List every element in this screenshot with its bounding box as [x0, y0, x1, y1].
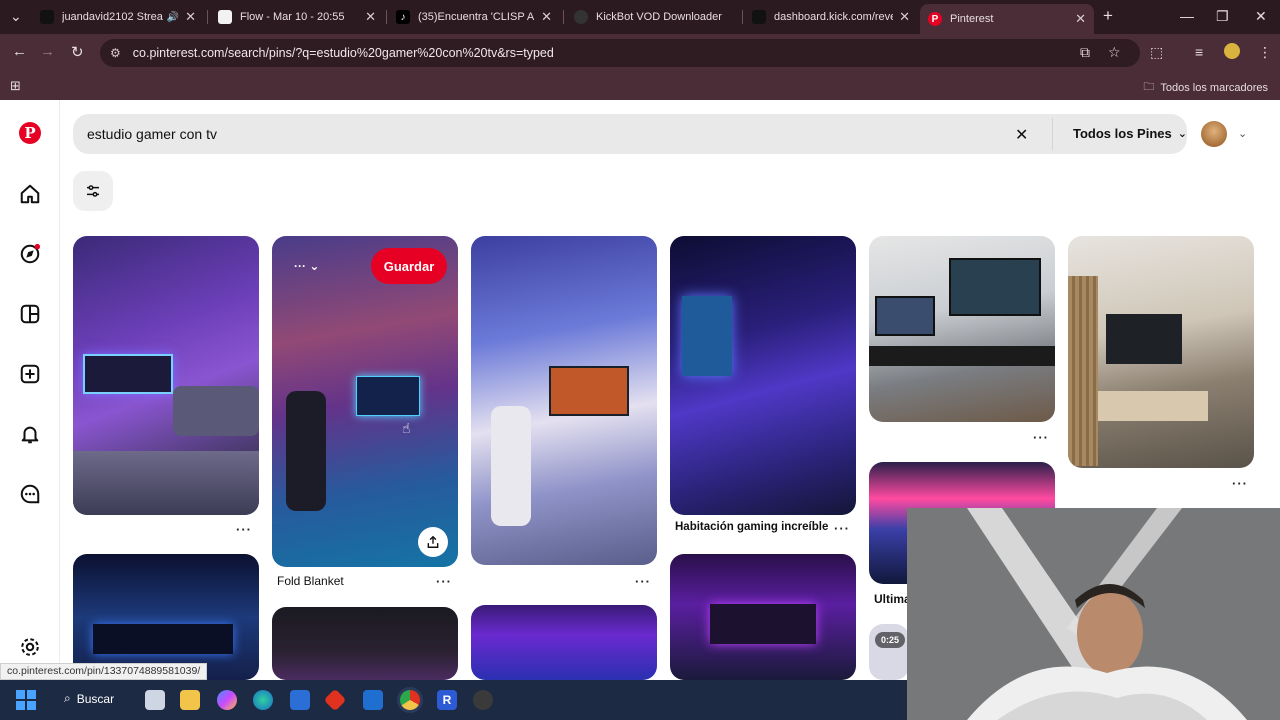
menu-icon[interactable]: ⋮ — [1258, 44, 1272, 61]
kick-icon — [40, 10, 54, 24]
search-icon: ⌕ — [64, 691, 71, 705]
chevron-down-icon: ⌄ — [1177, 128, 1187, 140]
app-r-icon[interactable]: R — [437, 690, 457, 710]
maximize-icon[interactable]: ❐ — [1216, 8, 1229, 25]
kick-icon — [752, 10, 766, 24]
pin-image[interactable] — [1068, 236, 1254, 468]
folder-icon: 🗀 — [1143, 81, 1155, 93]
close-tab-icon[interactable]: ✕ — [541, 9, 552, 25]
sliders-icon — [87, 185, 99, 197]
install-app-icon[interactable]: ⧉ — [1080, 44, 1090, 61]
pin-image[interactable] — [73, 554, 259, 680]
toolbar: ← → ↻ ⚙ co.pinterest.com/search/pins/?q=… — [0, 34, 1280, 72]
webcam-person-image — [907, 508, 1280, 720]
profile-icon[interactable] — [1224, 43, 1240, 59]
video-duration-badge: 0:25 — [875, 632, 906, 648]
minimize-icon[interactable]: — — [1180, 8, 1194, 24]
tab-tiktok[interactable]: ♪ (35)Encuentra 'CLISP AUTO ✕ — [388, 4, 560, 30]
more-options-icon[interactable]: ··· — [1033, 430, 1049, 445]
explore-icon[interactable] — [17, 241, 43, 267]
webcam-overlay — [907, 508, 1280, 720]
home-icon[interactable] — [17, 181, 43, 207]
document-icon — [218, 10, 232, 24]
mouse-cursor-icon: ☝ — [402, 420, 411, 436]
task-view-icon[interactable] — [145, 690, 165, 710]
share-icon — [427, 535, 439, 548]
media-control-icon[interactable]: ≡ — [1195, 44, 1203, 60]
tab-search-icon[interactable]: ⌄ — [10, 8, 22, 25]
back-icon[interactable]: ← — [12, 43, 27, 60]
more-options-icon[interactable]: ··· — [1232, 476, 1248, 491]
tab-pinterest[interactable]: P Pinterest ✕ — [920, 4, 1094, 34]
avatar[interactable] — [1201, 121, 1227, 147]
edge-icon[interactable] — [253, 690, 273, 710]
pin-image[interactable] — [670, 554, 856, 680]
clear-search-icon[interactable]: ✕ — [1015, 125, 1028, 145]
pin-title[interactable]: Habitación gaming increíble — [675, 521, 828, 533]
tiktok-icon: ♪ — [396, 10, 410, 24]
settings-gear-icon[interactable] — [17, 634, 43, 660]
close-tab-icon[interactable]: ✕ — [365, 9, 376, 25]
close-window-icon[interactable]: ✕ — [1255, 8, 1267, 25]
chevron-down-icon[interactable]: ⌄ — [1238, 127, 1247, 140]
copilot-icon[interactable] — [217, 690, 237, 710]
tab-stream[interactable]: juandavid2102 Stream 🔊 ✕ — [32, 4, 204, 30]
save-button[interactable]: Guardar — [371, 248, 447, 284]
tab-kickbot[interactable]: KickBot VOD Downloader — [566, 4, 740, 30]
pin-image-hovered[interactable] — [272, 236, 458, 567]
all-bookmarks-button[interactable]: 🗀 Todos los marcadores — [1143, 78, 1268, 97]
pin-image[interactable] — [73, 236, 259, 515]
pins-filter-dropdown[interactable]: Todos los Pines ⌄ — [1073, 126, 1187, 141]
chevron-down-icon: ⌄ — [309, 259, 320, 273]
forward-icon[interactable]: → — [40, 43, 55, 60]
status-url: co.pinterest.com/pin/1337074889581039/ — [0, 663, 208, 680]
share-button[interactable] — [418, 527, 448, 557]
apps-grid-icon[interactable]: ⊞ — [10, 78, 21, 94]
more-options-icon[interactable]: ··· — [436, 574, 452, 589]
pin-image[interactable] — [670, 236, 856, 515]
pin-image[interactable] — [272, 607, 458, 680]
pinterest-icon: P — [928, 12, 942, 26]
create-icon[interactable] — [17, 361, 43, 387]
chrome-icon[interactable] — [400, 690, 420, 710]
tab-dashboard[interactable]: dashboard.kick.com/reven ✕ — [744, 4, 918, 30]
tab-strip: ⌄ juandavid2102 Stream 🔊 ✕ Flow - Mar 10… — [0, 0, 1280, 34]
new-tab-icon[interactable]: + — [1103, 6, 1113, 26]
store-icon[interactable] — [290, 690, 310, 710]
github-icon — [574, 10, 588, 24]
close-tab-icon[interactable]: ✕ — [1075, 11, 1086, 27]
more-options-icon[interactable]: ··· — [236, 522, 252, 537]
obs-icon[interactable] — [473, 690, 493, 710]
pin-image[interactable] — [869, 236, 1055, 422]
windows-start-icon[interactable] — [16, 690, 36, 715]
tab-flow[interactable]: Flow - Mar 10 - 20:55 ✕ — [210, 4, 384, 30]
pin-image[interactable] — [471, 605, 657, 680]
boards-icon[interactable] — [17, 301, 43, 327]
extensions-icon[interactable]: ⬚ — [1150, 44, 1163, 61]
filters-button[interactable] — [73, 171, 113, 211]
site-info-icon[interactable]: ⚙ — [110, 46, 121, 60]
close-tab-icon[interactable]: ✕ — [185, 9, 196, 25]
pin-image[interactable] — [471, 236, 657, 565]
more-options-icon[interactable]: ··· — [635, 574, 651, 589]
url-text: co.pinterest.com/search/pins/?q=estudio%… — [132, 46, 554, 60]
taskbar-search[interactable]: ⌕ Buscar — [64, 691, 114, 706]
pin-title[interactable]: Ultima — [874, 592, 911, 606]
search-query: estudio gamer con tv — [87, 126, 217, 142]
address-bar[interactable]: ⚙ co.pinterest.com/search/pins/?q=estudi… — [100, 39, 1140, 67]
board-picker[interactable]: ··· ⌄ — [294, 259, 319, 273]
close-tab-icon[interactable]: ✕ — [899, 9, 910, 25]
more-options-icon[interactable]: ··· — [834, 521, 850, 536]
pin-title[interactable]: Fold Blanket — [277, 574, 344, 588]
notifications-bell-icon[interactable] — [17, 421, 43, 447]
messages-icon[interactable] — [17, 481, 43, 507]
mail-icon[interactable] — [363, 690, 383, 710]
audio-icon[interactable]: 🔊 — [167, 12, 179, 23]
reload-icon[interactable]: ↻ — [71, 43, 84, 61]
pinterest-logo-icon[interactable]: P — [19, 122, 41, 144]
bookmark-star-icon[interactable]: ☆ — [1108, 44, 1121, 61]
divider — [1052, 118, 1053, 150]
file-explorer-icon[interactable] — [180, 690, 200, 710]
bookmarks-bar: ⊞ 🗀 Todos los marcadores — [0, 72, 1280, 100]
